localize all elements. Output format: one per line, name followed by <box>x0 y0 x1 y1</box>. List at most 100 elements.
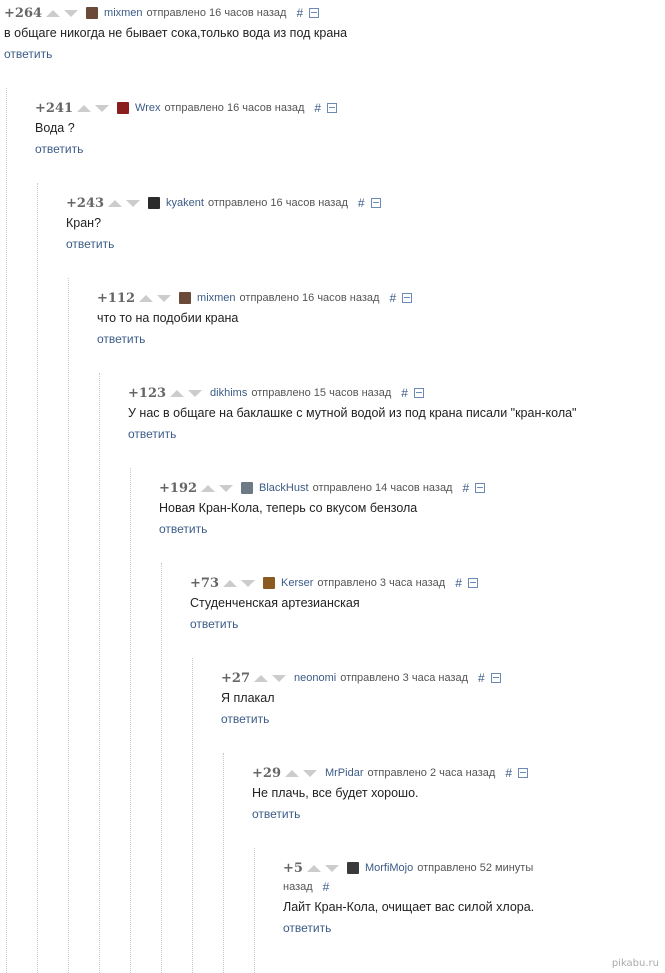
comment: +241 Wrex отправлено 16 часов назад # Во… <box>35 100 415 158</box>
avatar[interactable] <box>241 482 254 494</box>
comment-author[interactable]: MorfiMojo <box>365 862 413 874</box>
collapse-icon[interactable] <box>402 293 413 303</box>
comment-text: У нас в общаге на баклашке с мутной водо… <box>128 406 577 420</box>
permalink-link[interactable]: # <box>455 576 462 590</box>
thread-line <box>130 468 131 973</box>
upvote-icon[interactable] <box>201 484 216 492</box>
comment-text: Я плакал <box>221 691 275 705</box>
comment-meta-continued: назад # <box>283 879 663 895</box>
comment-score: +27 <box>221 670 250 686</box>
upvote-icon[interactable] <box>139 294 154 302</box>
upvote-icon[interactable] <box>108 199 123 207</box>
avatar[interactable] <box>346 862 359 874</box>
reply-link[interactable]: ответить <box>4 47 52 61</box>
downvote-icon[interactable] <box>271 674 286 682</box>
thread-line <box>254 848 255 973</box>
reply-link[interactable]: ответить <box>283 921 331 935</box>
thread-line <box>37 183 38 973</box>
reply-link[interactable]: ответить <box>221 712 269 726</box>
reply-link[interactable]: ответить <box>66 237 114 251</box>
permalink-link[interactable]: # <box>401 386 408 400</box>
downvote-icon[interactable] <box>126 199 141 207</box>
comment-timestamp: отправлено 3 часа назад <box>340 672 469 684</box>
comment-meta: +27 neonomi отправлено 3 часа назад # <box>221 670 601 686</box>
collapse-icon[interactable] <box>475 483 486 493</box>
comment-text: Новая Кран-Кола, теперь со вкусом бензол… <box>159 501 418 515</box>
avatar[interactable] <box>179 292 192 304</box>
upvote-icon[interactable] <box>306 864 321 872</box>
downvote-icon[interactable] <box>219 484 234 492</box>
downvote-icon[interactable] <box>188 389 203 397</box>
upvote-icon[interactable] <box>253 674 268 682</box>
permalink-link[interactable]: # <box>358 196 365 210</box>
comment-score: +243 <box>66 195 105 211</box>
comment-meta: +192 BlackHust отправлено 14 часов назад… <box>159 480 539 496</box>
comment-score: +123 <box>128 385 167 401</box>
reply-link[interactable]: ответить <box>35 142 83 156</box>
thread-line <box>192 658 193 973</box>
collapse-icon[interactable] <box>309 8 320 18</box>
comment-score: +264 <box>4 5 43 21</box>
reply-link[interactable]: ответить <box>190 617 238 631</box>
permalink-link[interactable]: # <box>314 101 321 115</box>
downvote-icon[interactable] <box>302 769 317 777</box>
collapse-icon[interactable] <box>467 578 478 588</box>
comment-score: +73 <box>190 575 219 591</box>
thread-line <box>99 373 100 973</box>
collapse-icon[interactable] <box>327 103 338 113</box>
comment: +29 MrPidar отправлено 2 часа назад # Не… <box>252 765 632 823</box>
comment-author[interactable]: neonomi <box>294 672 336 684</box>
comment-author[interactable]: mixmen <box>197 292 236 304</box>
collapse-icon[interactable] <box>518 768 529 778</box>
reply-link[interactable]: ответить <box>128 427 176 441</box>
comment-author[interactable]: MrPidar <box>325 767 364 779</box>
reply-link[interactable]: ответить <box>159 522 207 536</box>
reply-link[interactable]: ответить <box>252 807 300 821</box>
thread-line <box>161 563 162 973</box>
comment-meta: +112 mixmen отправлено 16 часов назад # <box>97 290 477 306</box>
upvote-icon[interactable] <box>46 9 61 17</box>
permalink-link[interactable]: # <box>296 6 303 20</box>
permalink-link[interactable]: # <box>462 481 469 495</box>
comment-timestamp: отправлено 14 часов назад <box>312 482 453 494</box>
comment-score: +241 <box>35 100 74 116</box>
upvote-icon[interactable] <box>77 104 92 112</box>
comment-timestamp: отправлено 2 часа назад <box>367 767 496 779</box>
upvote-icon[interactable] <box>170 389 185 397</box>
comment-text: Не плачь, все будет хорошо. <box>252 786 419 800</box>
permalink-link[interactable]: # <box>323 880 330 894</box>
comment-author[interactable]: Kerser <box>281 577 313 589</box>
avatar[interactable] <box>86 7 99 19</box>
permalink-link[interactable]: # <box>389 291 396 305</box>
downvote-icon[interactable] <box>95 104 110 112</box>
avatar[interactable] <box>117 102 130 114</box>
upvote-icon[interactable] <box>222 579 237 587</box>
watermark: pikabu.ru <box>611 958 659 969</box>
comment: +112 mixmen отправлено 16 часов назад # … <box>97 290 477 348</box>
avatar[interactable] <box>262 577 275 589</box>
reply-link[interactable]: ответить <box>97 332 145 346</box>
thread-line <box>223 753 224 973</box>
thread-line <box>6 88 7 973</box>
comment-meta: +123 dikhims отправлено 15 часов назад # <box>128 385 508 401</box>
comment-score: +112 <box>97 290 136 306</box>
upvote-icon[interactable] <box>284 769 299 777</box>
comment: +123 dikhims отправлено 15 часов назад #… <box>128 385 577 443</box>
permalink-link[interactable]: # <box>505 766 512 780</box>
collapse-icon[interactable] <box>370 198 381 208</box>
comment-author[interactable]: BlackHust <box>259 482 309 494</box>
collapse-icon[interactable] <box>413 388 424 398</box>
collapse-icon[interactable] <box>490 673 501 683</box>
comment-score: +29 <box>252 765 281 781</box>
comment-author[interactable]: dikhims <box>210 387 247 399</box>
comment-text: что то на подобии крана <box>97 311 239 325</box>
downvote-icon[interactable] <box>157 294 172 302</box>
permalink-link[interactable]: # <box>478 671 485 685</box>
downvote-icon[interactable] <box>64 9 79 17</box>
comment-author[interactable]: Wrex <box>135 102 160 114</box>
comment-author[interactable]: mixmen <box>104 7 143 19</box>
downvote-icon[interactable] <box>324 864 339 872</box>
downvote-icon[interactable] <box>240 579 255 587</box>
comment-author[interactable]: kyakent <box>166 197 204 209</box>
avatar[interactable] <box>148 197 161 209</box>
